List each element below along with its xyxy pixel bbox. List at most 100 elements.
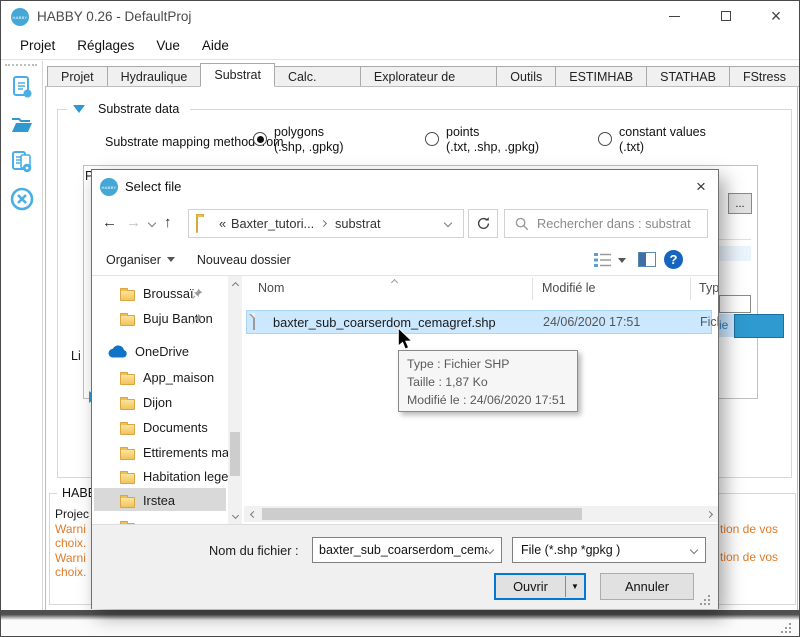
tab-hydraulique[interactable]: Hydraulique bbox=[107, 66, 202, 87]
tab-projet[interactable]: Projet bbox=[47, 66, 108, 87]
toolbar-drag-handle[interactable] bbox=[5, 64, 37, 68]
cancel-button[interactable]: Annuler bbox=[600, 573, 694, 600]
polygons-radio-label[interactable]: polygons (.shp, .gpkg) bbox=[274, 125, 343, 155]
scroll-left-icon[interactable] bbox=[246, 506, 260, 522]
habby-logo-icon: HABBY bbox=[100, 178, 118, 196]
filetype-dropdown-chevron-icon[interactable] bbox=[690, 546, 698, 554]
pin-icon bbox=[192, 313, 203, 324]
up-button[interactable]: ↑ bbox=[164, 214, 172, 231]
forward-icon: → bbox=[126, 214, 141, 231]
tree-scrollbar[interactable] bbox=[228, 276, 242, 524]
new-project-button[interactable] bbox=[8, 73, 36, 101]
refresh-button[interactable] bbox=[468, 209, 498, 238]
forward-button[interactable]: → bbox=[126, 214, 141, 231]
substrate-data-title: Substrate data bbox=[93, 102, 184, 116]
list-horizontal-scrollbar[interactable] bbox=[244, 506, 718, 522]
help-icon: ? bbox=[670, 252, 678, 267]
collapse-triangle-icon bbox=[73, 105, 85, 113]
new-folder-button[interactable]: Nouveau dossier bbox=[197, 253, 291, 267]
open-button[interactable]: Ouvrir ▼ bbox=[494, 573, 586, 600]
file-row[interactable]: baxter_sub_coarserdom_cemagref.shp 24/06… bbox=[246, 310, 712, 334]
close-project-button[interactable] bbox=[8, 185, 36, 213]
view-dropdown-icon[interactable] bbox=[618, 258, 626, 263]
log-line-fragment: tion de vos bbox=[720, 522, 778, 536]
polygons-radio[interactable] bbox=[253, 132, 267, 146]
minimize-button[interactable] bbox=[651, 1, 697, 31]
tree-item-habitation[interactable]: Habitation leger bbox=[92, 465, 226, 488]
tab-estimhab[interactable]: ESTIMHAB bbox=[555, 66, 647, 87]
tab-stathab[interactable]: STATHAB bbox=[646, 66, 730, 87]
column-header-name[interactable]: Nom bbox=[258, 281, 284, 295]
column-header-type[interactable]: Type bbox=[699, 281, 718, 295]
history-chevron-icon[interactable] bbox=[148, 219, 156, 227]
menu-vue[interactable]: Vue bbox=[145, 38, 191, 53]
cursor-icon bbox=[397, 328, 413, 352]
menu-projet[interactable]: Projet bbox=[9, 38, 66, 53]
filename-dropdown-chevron-icon[interactable] bbox=[486, 546, 494, 554]
open-split-arrow-icon[interactable]: ▼ bbox=[566, 582, 584, 591]
back-button[interactable]: ← bbox=[102, 214, 117, 231]
organize-button[interactable]: Organiser bbox=[106, 253, 161, 267]
help-button[interactable]: ? bbox=[664, 250, 683, 269]
tree-item-partial[interactable] bbox=[92, 515, 226, 524]
load-data-button-fragment[interactable] bbox=[734, 314, 784, 338]
points-radio[interactable] bbox=[425, 132, 439, 146]
tree-item-irstea[interactable]: Irstea bbox=[92, 489, 226, 512]
tab-substrat[interactable]: Substrat bbox=[200, 63, 275, 87]
breadcrumb-parent-folder[interactable]: Baxter_tutori... bbox=[231, 216, 314, 231]
filename-combobox[interactable]: baxter_sub_coarserdom_cemag bbox=[312, 537, 502, 563]
log-line: choix. bbox=[55, 536, 89, 551]
tree-item-dijon[interactable]: Dijon bbox=[92, 391, 226, 414]
tab-fstress[interactable]: FStress bbox=[729, 66, 800, 87]
filetype-combobox[interactable]: File (*.shp *gpkg ) bbox=[512, 537, 706, 563]
close-button[interactable]: × bbox=[753, 1, 799, 31]
tree-item-documents[interactable]: Documents bbox=[92, 416, 226, 439]
folder-icon bbox=[120, 497, 135, 508]
browse-button[interactable]: ... bbox=[728, 193, 752, 214]
list-scrollbar-thumb[interactable] bbox=[262, 508, 582, 520]
points-radio-label[interactable]: points (.txt, .shp, .gpkg) bbox=[446, 125, 539, 155]
scroll-up-icon[interactable] bbox=[228, 278, 242, 292]
log-line: Warni bbox=[55, 522, 89, 537]
column-header-modified[interactable]: Modifié le bbox=[542, 281, 596, 295]
breadcrumb-current-folder[interactable]: substrat bbox=[335, 216, 381, 231]
column-separator[interactable] bbox=[532, 278, 533, 300]
dialog-close-button[interactable]: × bbox=[688, 175, 714, 199]
scroll-down-icon[interactable] bbox=[228, 508, 242, 522]
column-separator[interactable] bbox=[690, 278, 691, 300]
address-dropdown-chevron-icon[interactable] bbox=[444, 219, 452, 227]
menu-aide[interactable]: Aide bbox=[191, 38, 240, 53]
tree-item-onedrive[interactable]: OneDrive bbox=[92, 340, 226, 363]
view-list-icon[interactable] bbox=[594, 253, 611, 267]
organize-dropdown-icon bbox=[167, 257, 175, 262]
tree-item-buju-banton[interactable]: Buju Banton bbox=[92, 307, 226, 330]
scroll-right-icon[interactable] bbox=[702, 506, 716, 522]
project-properties-button[interactable] bbox=[8, 148, 36, 176]
dialog-resize-grip[interactable] bbox=[700, 595, 712, 607]
breadcrumb-laquo[interactable]: « bbox=[219, 216, 226, 231]
hdf5-name-input-fragment[interactable] bbox=[719, 295, 751, 313]
tree-item-broussai[interactable]: Broussaï bbox=[92, 282, 226, 305]
dialog-title: Select file bbox=[125, 179, 181, 194]
window-resize-grip[interactable] bbox=[781, 623, 793, 635]
main-tab-bar: Projet Hydraulique Substrat Calc. Habita… bbox=[47, 63, 799, 87]
menu-reglages[interactable]: Réglages bbox=[66, 38, 145, 53]
preview-pane-icon[interactable] bbox=[638, 252, 656, 267]
new-project-icon bbox=[9, 74, 35, 100]
tab-calc-habitat[interactable]: Calc. Habitat bbox=[274, 66, 361, 87]
tooltip-size: Taille : 1,87 Ko bbox=[407, 373, 569, 391]
search-box[interactable]: Rechercher dans : substrat bbox=[504, 209, 708, 238]
constant-values-radio[interactable] bbox=[598, 132, 612, 146]
address-bar[interactable]: « Baxter_tutori... substrat bbox=[188, 209, 464, 238]
tree-item-ettirements[interactable]: Ettirements mass bbox=[92, 441, 226, 464]
open-project-button[interactable] bbox=[8, 111, 36, 139]
substrate-list-fragment bbox=[719, 239, 751, 293]
maximize-button[interactable] bbox=[703, 1, 749, 31]
tree-item-app-maison[interactable]: App_maison bbox=[92, 366, 226, 389]
tab-explorateur[interactable]: Explorateur de données bbox=[360, 66, 497, 87]
constant-values-radio-label[interactable]: constant values (.txt) bbox=[619, 125, 706, 155]
tab-outils[interactable]: Outils bbox=[496, 66, 556, 87]
substrate-data-header[interactable]: Substrate data bbox=[67, 102, 190, 116]
tree-scrollbar-thumb[interactable] bbox=[230, 432, 240, 476]
folder-icon bbox=[120, 290, 135, 301]
